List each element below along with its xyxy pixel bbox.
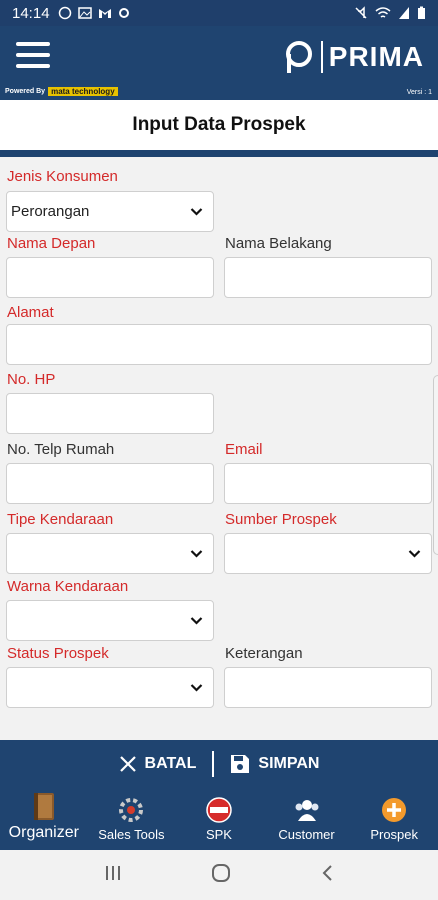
tools-icon xyxy=(116,795,146,825)
nama-depan-input[interactable] xyxy=(6,257,214,298)
nav-organizer-label: Organizer xyxy=(8,824,79,841)
cancel-label: BATAL xyxy=(144,755,197,772)
nav-prospek[interactable]: Prospek xyxy=(350,788,438,850)
close-icon xyxy=(119,756,136,772)
version-label: Versi : 1 xyxy=(406,89,432,96)
email-input[interactable] xyxy=(224,463,432,504)
warna-kendaraan-label: Warna Kendaraan xyxy=(7,578,129,595)
keterangan-input[interactable] xyxy=(224,667,432,708)
nav-spk-label: SPK xyxy=(205,827,232,842)
status-prospek-select[interactable] xyxy=(6,667,214,708)
page-title-bar: Input Data Prospek xyxy=(0,100,438,150)
spk-badge-icon xyxy=(204,795,234,825)
powered-by: Powered By mata technology xyxy=(5,87,118,96)
add-circle-icon xyxy=(379,795,409,825)
people-icon xyxy=(292,795,322,825)
warna-kendaraan-select[interactable] xyxy=(6,600,214,641)
jenis-konsumen-value: Perorangan xyxy=(11,203,90,220)
save-button[interactable]: SIMPAN xyxy=(214,754,335,774)
no-hp-input[interactable] xyxy=(6,393,214,434)
jenis-konsumen-label: Jenis Konsumen xyxy=(7,168,118,185)
chevron-down-icon xyxy=(190,550,203,558)
menu-icon[interactable] xyxy=(16,42,50,70)
nav-spk[interactable]: SPK xyxy=(175,788,263,850)
battery-icon xyxy=(418,6,425,19)
system-navigation xyxy=(0,850,438,900)
tipe-kendaraan-label: Tipe Kendaraan xyxy=(7,511,114,528)
whatsapp-icon xyxy=(58,6,71,20)
status-time: 14:14 xyxy=(12,4,50,22)
status-bar: 14:14 xyxy=(0,0,438,26)
nav-customer-label: Customer xyxy=(278,827,335,842)
chevron-down-icon xyxy=(190,617,203,625)
nama-belakang-input[interactable] xyxy=(224,257,432,298)
floppy-disk-icon xyxy=(231,755,250,773)
scroll-indicator[interactable] xyxy=(433,375,438,555)
nav-sales-tools[interactable]: Sales Tools xyxy=(88,788,176,850)
sumber-prospek-select[interactable] xyxy=(224,533,432,574)
nav-prospek-label: Prospek xyxy=(370,827,419,842)
nama-depan-label: Nama Depan xyxy=(7,235,96,252)
page-title: Input Data Prospek xyxy=(132,114,306,135)
chevron-down-icon xyxy=(408,550,421,558)
back-icon xyxy=(322,864,332,881)
keterangan-label: Keterangan xyxy=(225,645,303,662)
chevron-down-icon xyxy=(190,684,203,692)
book-icon xyxy=(29,792,59,822)
back-button[interactable] xyxy=(320,864,334,887)
mute-icon xyxy=(355,6,367,19)
save-label: SIMPAN xyxy=(258,755,320,772)
wifi-icon xyxy=(375,7,391,18)
app-header: PRIMA Powered By mata technology Versi :… xyxy=(0,26,438,100)
home-icon xyxy=(211,863,230,882)
prima-logo-mark-icon xyxy=(285,41,312,73)
brand-name: PRIMA xyxy=(328,41,424,72)
status-prospek-label: Status Prospek xyxy=(7,645,109,662)
gmail-icon xyxy=(98,9,111,18)
prospect-form: Jenis Konsumen Perorangan Nama Depan Nam… xyxy=(0,157,438,740)
nav-sales-tools-label: Sales Tools xyxy=(98,827,165,842)
bottom-nav: Organizer Sales Tools SPK Customer Prosp… xyxy=(0,788,438,850)
nama-belakang-label: Nama Belakang xyxy=(225,235,332,252)
mata-technology-logo: mata technology xyxy=(48,87,118,96)
no-telp-rumah-input[interactable] xyxy=(6,463,214,504)
nav-organizer[interactable]: Organizer xyxy=(0,788,88,850)
cancel-button[interactable]: BATAL xyxy=(103,755,213,773)
sumber-prospek-label: Sumber Prospek xyxy=(225,511,337,528)
title-divider xyxy=(0,150,438,157)
recent-apps-button[interactable] xyxy=(104,864,122,887)
image-icon xyxy=(77,7,92,19)
no-hp-label: No. HP xyxy=(7,371,56,388)
email-label: Email xyxy=(225,441,263,458)
action-bar: BATAL SIMPAN xyxy=(0,740,438,788)
signal-icon xyxy=(399,7,409,19)
powered-by-label: Powered By xyxy=(5,88,46,95)
alamat-input[interactable] xyxy=(6,324,432,365)
prima-logo: PRIMA xyxy=(283,40,424,74)
jenis-konsumen-select[interactable]: Perorangan xyxy=(6,191,214,232)
no-telp-rumah-label: No. Telp Rumah xyxy=(7,441,115,458)
tipe-kendaraan-select[interactable] xyxy=(6,533,214,574)
home-button[interactable] xyxy=(211,863,231,888)
sync-icon xyxy=(118,8,129,18)
alamat-label: Alamat xyxy=(7,304,54,321)
chevron-down-icon xyxy=(190,208,203,216)
nav-customer[interactable]: Customer xyxy=(263,788,351,850)
recents-icon xyxy=(106,865,121,880)
